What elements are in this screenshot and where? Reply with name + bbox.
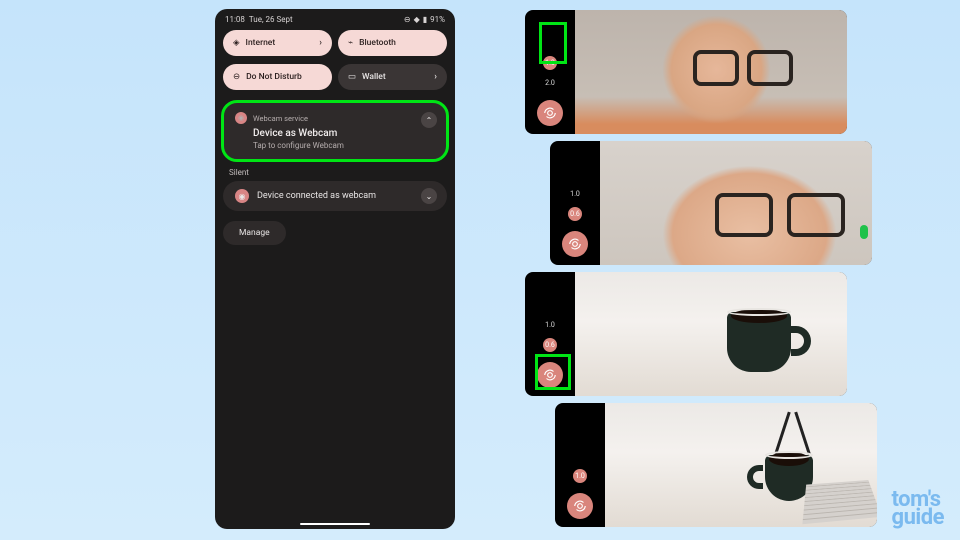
webcam-preview-4: 1.0 [555, 403, 877, 527]
status-time: 11:08 [225, 15, 245, 24]
highlight-box [535, 354, 571, 390]
camera-feed [600, 141, 872, 265]
zoom-2x[interactable]: 2.0 [543, 76, 557, 90]
wifi-icon: ◈ [233, 38, 240, 48]
zoom-option[interactable]: 1.0 [543, 318, 557, 332]
webcam-app-icon: ◉ [235, 112, 247, 124]
qs-bluetooth-label: Bluetooth [359, 38, 396, 48]
highlight-box [539, 22, 567, 64]
battery-icon: ▮ [423, 15, 427, 24]
privacy-indicator-icon [860, 225, 868, 239]
webcam-preview-3: 1.0 0.6 [525, 272, 847, 396]
zoom-controls[interactable]: 1.0 0.6 [543, 318, 557, 352]
dnd-icon: ⊖ [233, 72, 240, 82]
zoom-controls[interactable]: 1.0 0.6 [568, 187, 582, 221]
battery-percent: 91% [430, 15, 445, 24]
switch-camera-button[interactable] [537, 100, 563, 126]
zoom-option[interactable]: 0.6 [568, 207, 582, 221]
qs-internet-label: Internet [246, 38, 276, 48]
qs-dnd-label: Do Not Disturb [246, 72, 302, 82]
watermark: tom's guide [892, 491, 944, 528]
camera-feed [605, 403, 877, 527]
wallet-icon: ▭ [348, 72, 356, 82]
bluetooth-icon: ⌁ [348, 38, 353, 48]
webcam-controls: 1.0 [555, 403, 605, 527]
status-bar: 11:08 Tue, 26 Sept ⊖ ◆ ▮ 91% [215, 9, 455, 26]
qs-wallet[interactable]: ▭ Wallet › [338, 64, 447, 90]
gesture-bar[interactable] [300, 523, 370, 526]
chevron-right-icon: › [319, 38, 322, 48]
webcam-preview-1: 1.0 2.0 [525, 10, 847, 134]
wifi-icon: ◆ [414, 15, 420, 24]
notification-device-connected[interactable]: ◉ Device connected as webcam ⌄ [223, 181, 447, 211]
manage-button[interactable]: Manage [223, 221, 286, 245]
zoom-option[interactable]: 1.0 [573, 469, 587, 483]
camera-feed [575, 272, 847, 396]
notification-text: Device connected as webcam [257, 191, 376, 201]
notification-subtitle: Tap to configure Webcam [253, 141, 435, 150]
silent-section-label: Silent [229, 168, 455, 177]
collapse-icon[interactable]: ⌃ [421, 112, 437, 128]
camera-feed [575, 10, 847, 134]
qs-dnd[interactable]: ⊖ Do Not Disturb [223, 64, 332, 90]
switch-camera-button[interactable] [562, 231, 588, 257]
notification-title: Device as Webcam [253, 128, 435, 139]
expand-icon[interactable]: ⌄ [421, 188, 437, 204]
webcam-controls: 1.0 0.6 [550, 141, 600, 265]
webcam-preview-2: 1.0 0.6 [550, 141, 872, 265]
switch-camera-button[interactable] [567, 493, 593, 519]
status-date: Tue, 26 Sept [249, 15, 293, 24]
qs-bluetooth[interactable]: ⌁ Bluetooth [338, 30, 447, 56]
qs-internet[interactable]: ◈ Internet › [223, 30, 332, 56]
qs-wallet-label: Wallet [362, 72, 386, 82]
watermark-line2: guide [892, 509, 944, 528]
zoom-option[interactable]: 0.6 [543, 338, 557, 352]
notification-app-name: Webcam service [253, 114, 308, 123]
chevron-right-icon: › [434, 72, 437, 82]
dnd-status-icon: ⊖ [404, 15, 411, 24]
zoom-option[interactable]: 1.0 [568, 187, 582, 201]
notification-webcam-service[interactable]: ◉ Webcam service Device as Webcam Tap to… [223, 102, 447, 160]
zoom-controls[interactable]: 1.0 [573, 469, 587, 483]
phone-notification-shade: 11:08 Tue, 26 Sept ⊖ ◆ ▮ 91% ◈ Internet … [215, 9, 455, 529]
device-icon: ◉ [235, 189, 249, 203]
